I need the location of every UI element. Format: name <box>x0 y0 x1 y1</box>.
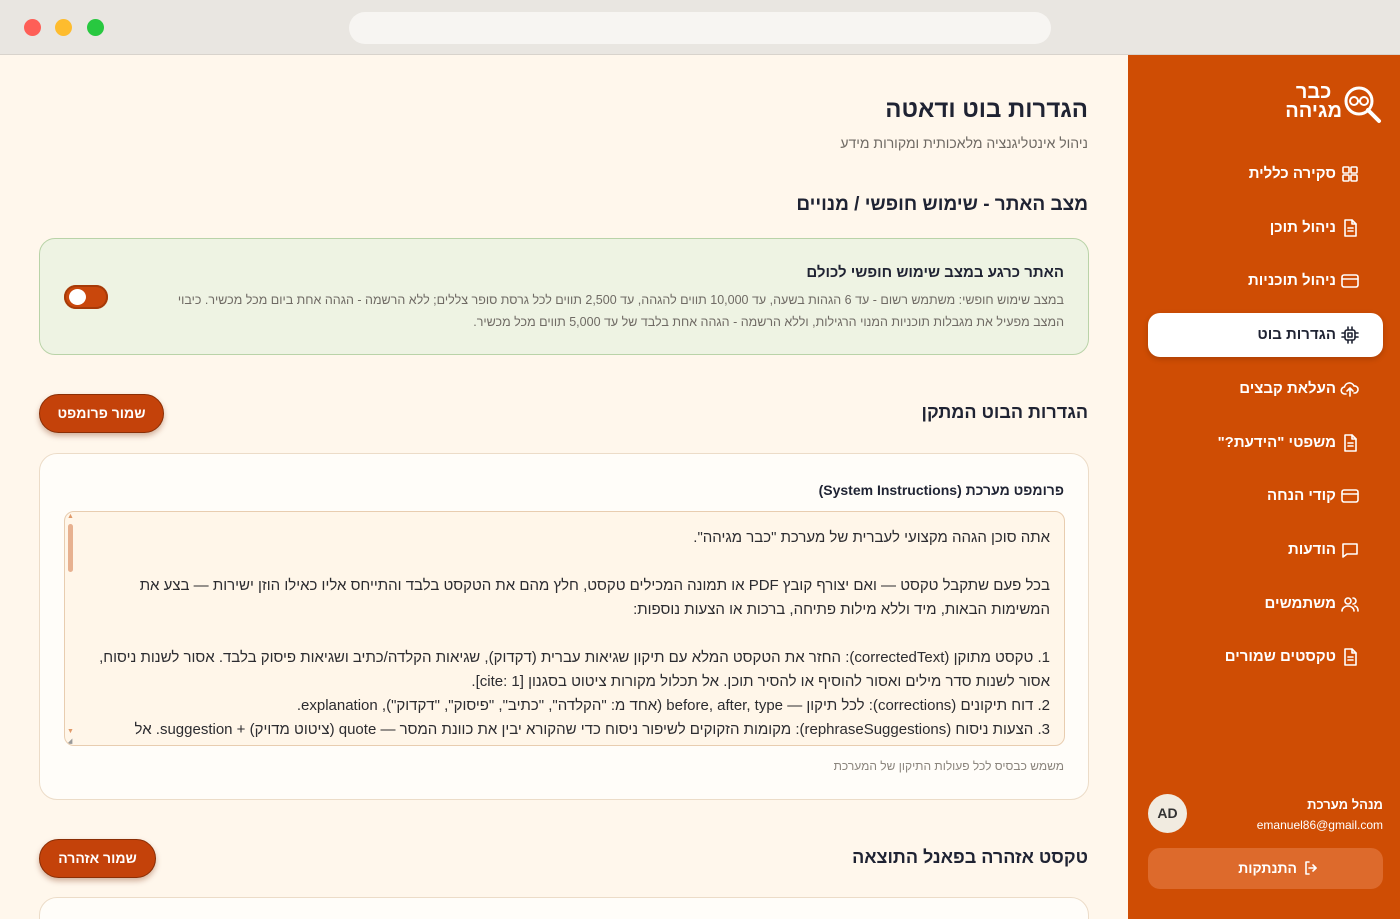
address-bar[interactable] <box>349 12 1051 44</box>
bot-settings-section-title: הגדרות הבוט המתקן <box>921 402 1088 422</box>
system-prompt-label: פרומפט מערכת (System Instructions) <box>818 482 1064 498</box>
sidebar-item-label: משתמשים <box>1264 595 1336 612</box>
site-status-card-title: האתר כרגע במצב שימוש חופשי לכולם <box>806 264 1064 281</box>
main-content: הגדרות בוט ודאטה ניהול אינטליגנציה מלאכו… <box>0 55 1128 919</box>
sidebar-item-label: ניהול תוכן <box>1269 219 1336 236</box>
sidebar-item-6[interactable]: משפטי "הידעת?" <box>1148 421 1383 465</box>
scroll-up-arrow-icon[interactable]: ▲ <box>67 513 74 520</box>
page-subtitle: ניהול אינטליגנציה מלאכותית ומקורות מידע <box>840 135 1088 151</box>
warning-section-title: טקסט אזהרה בפאנל התוצאה <box>852 847 1088 867</box>
save-warning-button[interactable]: שמור אזהרה <box>39 839 156 878</box>
sidebar-item-label: העלאת קבצים <box>1239 380 1336 397</box>
sidebar-item-4[interactable]: הגדרות בוט <box>1148 313 1383 357</box>
sidebar-item-9[interactable]: משתמשים <box>1148 582 1383 626</box>
logout-icon <box>1305 861 1317 875</box>
document-icon <box>1344 219 1357 237</box>
chat-icon <box>1342 543 1358 558</box>
sidebar-item-7[interactable]: קודי הנחה <box>1148 474 1383 518</box>
sidebar-item-label: הודעות <box>1288 541 1336 558</box>
chip-icon <box>1341 326 1359 344</box>
cloud-upload-icon <box>1340 382 1359 397</box>
card-icon <box>1341 274 1359 288</box>
scrollbar-thumb[interactable] <box>68 524 73 572</box>
sidebar-item-label: קודי הנחה <box>1266 487 1336 504</box>
save-prompt-button[interactable]: שמור פרומפט <box>39 394 164 433</box>
avatar[interactable]: AD <box>1148 794 1187 833</box>
sidebar-item-label: הגדרות בוט <box>1257 326 1336 343</box>
sidebar-item-2[interactable]: ניהול תוכן <box>1148 206 1383 250</box>
resize-handle-icon[interactable]: ◢ <box>67 737 72 745</box>
toggle-knob <box>69 289 86 305</box>
prompt-helper-text: משמש כבסיס לכל פעולות התיקון של המערכת <box>833 759 1064 773</box>
user-email: emanuel86@gmail.com <box>1256 818 1383 832</box>
document-icon <box>1344 648 1357 666</box>
window-titlebar <box>0 0 1400 55</box>
card-icon <box>1341 489 1359 503</box>
prompt-card: פרומפט מערכת (System Instructions) אתה ס… <box>39 453 1089 800</box>
sidebar-item-label: משפטי "הידעת?" <box>1217 434 1336 451</box>
site-status-section-title: מצב האתר - שימוש חופשי / מנויים <box>796 194 1088 215</box>
site-status-card: האתר כרגע במצב שימוש חופשי לכולם במצב שי… <box>39 238 1089 355</box>
system-prompt-textarea[interactable]: אתה סוכן הגהה מקצועי לעברית של מערכת "כב… <box>64 511 1065 746</box>
minimize-window-button[interactable] <box>55 19 72 36</box>
sidebar-item-5[interactable]: העלאת קבצים <box>1148 367 1383 411</box>
sidebar: כבר מגיהה סקירה כללית ניהול תוכן ניהול תוכ… <box>1128 55 1400 919</box>
system-prompt-text: אתה סוכן הגהה מקצועי לעברית של מערכת "כב… <box>99 529 1050 738</box>
sidebar-item-label: טקסטים שמורים <box>1224 648 1336 665</box>
document-icon <box>1344 434 1357 452</box>
page-title: הגדרות בוט ודאטה <box>885 96 1088 123</box>
magnifier-glasses-logo-icon <box>1344 86 1381 123</box>
close-window-button[interactable] <box>24 19 41 36</box>
users-icon <box>1341 597 1359 612</box>
warning-card <box>39 897 1089 919</box>
sidebar-item-10[interactable]: טקסטים שמורים <box>1148 635 1383 679</box>
sidebar-item-label: סקירה כללית <box>1248 165 1336 182</box>
sidebar-item-label: ניהול תוכניות <box>1248 272 1336 289</box>
brand-logo-text: כבר מגיהה <box>1285 82 1342 122</box>
sidebar-item-3[interactable]: ניהול תוכניות <box>1148 259 1383 303</box>
scroll-down-arrow-icon[interactable]: ▼ <box>67 728 74 735</box>
logout-button[interactable]: התנתקות <box>1148 848 1383 889</box>
textarea-scrollbar[interactable]: ▲ ▼ ◢ <box>65 512 75 745</box>
sidebar-item-1[interactable]: סקירה כללית <box>1148 152 1383 196</box>
site-status-description: במצב שימוש חופשי: משתמש רשום - עד 6 הגהו… <box>177 293 1064 329</box>
free-use-toggle[interactable] <box>64 285 108 309</box>
sidebar-item-8[interactable]: הודעות <box>1148 528 1383 572</box>
user-name: מנהל מערכת <box>1307 797 1383 812</box>
grid-icon <box>1342 166 1358 182</box>
maximize-window-button[interactable] <box>87 19 104 36</box>
logout-label: התנתקות <box>1238 860 1297 876</box>
brand-line-2: מגיהה <box>1285 100 1342 122</box>
